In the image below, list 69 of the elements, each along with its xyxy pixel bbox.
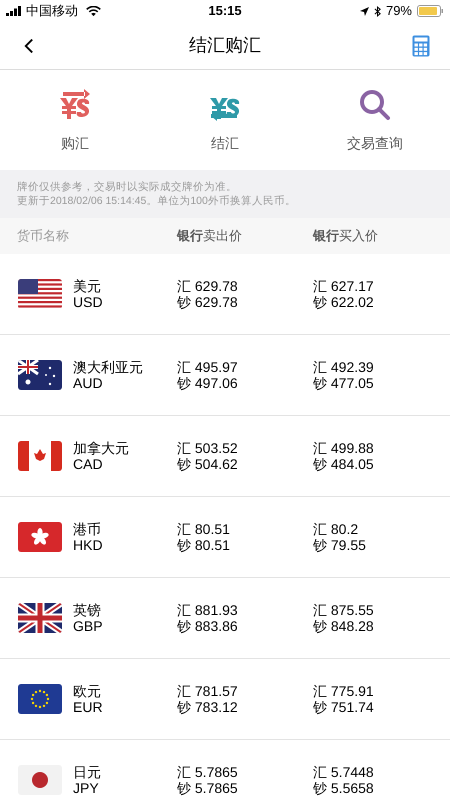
sell-price: 钞 80.51 bbox=[177, 537, 231, 553]
currency-code: EUR bbox=[73, 699, 103, 715]
column-header: 银行买入价 bbox=[313, 227, 378, 246]
flag-icon bbox=[18, 603, 62, 633]
currency-name: 英镑 bbox=[73, 602, 102, 618]
carrier-name: 中国移动 bbox=[26, 2, 78, 20]
shortcut-button[interactable]: 购汇 bbox=[0, 70, 150, 170]
currency-name: 澳大利亚元 bbox=[73, 359, 143, 375]
notice-text: 更新于2018/02/06 15:14:45。单位为100外币换算人民币。 bbox=[17, 194, 297, 208]
sell-price: 汇 5.7865 bbox=[177, 764, 239, 780]
calculator-icon bbox=[412, 34, 430, 56]
battery-icon bbox=[417, 5, 444, 17]
flag-icon bbox=[18, 441, 62, 471]
battery-percent: 79% bbox=[386, 2, 412, 20]
back-icon bbox=[24, 38, 34, 54]
buy-price: 汇 492.39 bbox=[313, 359, 374, 375]
flag-icon bbox=[18, 279, 62, 309]
sell-price: 汇 495.97 bbox=[177, 359, 239, 375]
sell-price: 汇 629.78 bbox=[177, 278, 239, 294]
sell-price: 钞 783.12 bbox=[177, 699, 239, 715]
shortcut-button[interactable]: 结汇 bbox=[150, 70, 300, 170]
currency-name: 港币 bbox=[73, 521, 102, 537]
buy-price: 钞 622.02 bbox=[313, 294, 374, 310]
notice-text: 牌价仅供参考，交易时以实际成交牌价为准。 bbox=[17, 180, 238, 194]
currency-code: HKD bbox=[73, 537, 103, 553]
buy-price: 汇 875.55 bbox=[313, 602, 374, 618]
sell-price: 钞 883.86 bbox=[177, 618, 239, 634]
flag-icon bbox=[18, 360, 62, 390]
currency-name: 日元 bbox=[73, 764, 101, 780]
sell-price: 汇 781.57 bbox=[177, 683, 239, 699]
flag-icon bbox=[18, 522, 62, 552]
buy-price: 汇 775.91 bbox=[313, 683, 374, 699]
currency-code: USD bbox=[73, 294, 103, 310]
wifi-icon bbox=[86, 6, 101, 16]
buy-price: 汇 5.7448 bbox=[313, 764, 374, 780]
buy-price: 汇 499.88 bbox=[313, 440, 374, 456]
buy-price: 钞 5.5658 bbox=[313, 780, 374, 796]
currency-code: JPY bbox=[73, 780, 100, 796]
page-title: 结汇购汇 bbox=[189, 34, 261, 57]
sell-price: 钞 497.06 bbox=[177, 375, 239, 391]
sell-price: 钞 504.62 bbox=[177, 456, 239, 472]
buy-price: 钞 484.05 bbox=[313, 456, 374, 472]
sell-price: 钞 5.7865 bbox=[177, 780, 239, 796]
signal-icon bbox=[6, 6, 22, 16]
currency-name: 欧元 bbox=[73, 683, 102, 699]
buy-price: 汇 627.17 bbox=[313, 278, 374, 294]
buy-price: 钞 848.28 bbox=[313, 618, 374, 634]
sell-price: 钞 629.78 bbox=[177, 294, 239, 310]
flag-icon bbox=[18, 684, 62, 714]
currency-code: AUD bbox=[73, 375, 104, 391]
clock-time: 15:15 bbox=[208, 2, 242, 20]
currency-name: 加拿大元 bbox=[73, 440, 129, 456]
buy-price: 钞 477.05 bbox=[313, 375, 374, 391]
location-arrow-icon bbox=[360, 6, 369, 16]
currency-name: 美元 bbox=[73, 278, 102, 294]
currency-code: GBP bbox=[73, 618, 103, 634]
column-header: 货币名称 bbox=[17, 227, 70, 246]
sell-price: 汇 881.93 bbox=[177, 602, 239, 618]
shortcut-button[interactable]: 交易查询 bbox=[300, 70, 450, 170]
calculator-button[interactable] bbox=[410, 34, 432, 58]
sell-price: 汇 80.51 bbox=[177, 521, 231, 537]
buy-price: 钞 79.55 bbox=[313, 537, 366, 553]
flag-icon bbox=[18, 765, 62, 795]
currency-code: CAD bbox=[73, 456, 104, 472]
buy-price: 汇 80.2 bbox=[313, 521, 360, 537]
buy-price: 钞 751.74 bbox=[313, 699, 374, 715]
sell-price: 汇 503.52 bbox=[177, 440, 239, 456]
column-header: 银行卖出价 bbox=[177, 227, 243, 246]
bluetooth-icon bbox=[374, 6, 381, 16]
